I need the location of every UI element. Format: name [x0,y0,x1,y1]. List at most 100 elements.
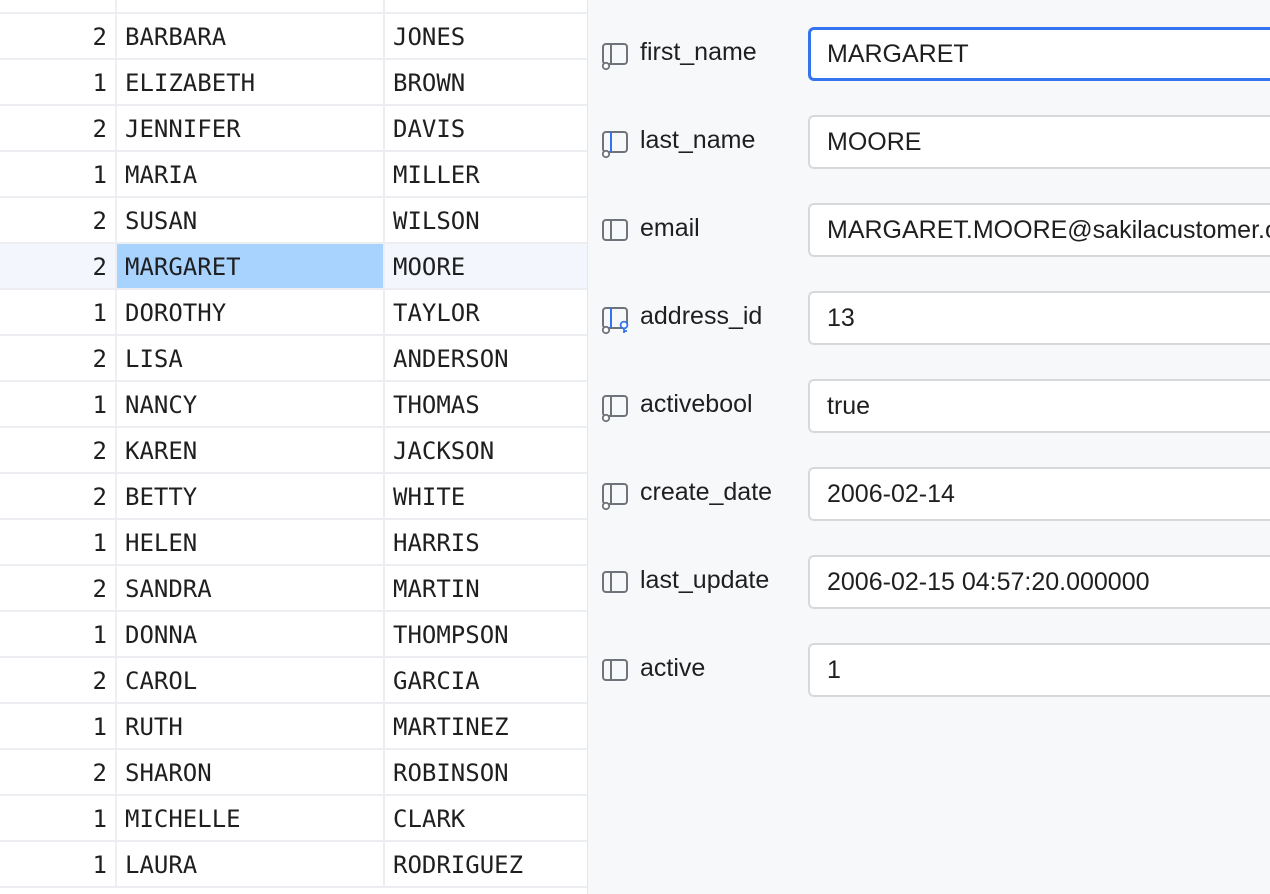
cell-store-id[interactable]: 2 [0,336,117,380]
cell-last-name[interactable]: TAYLOR [385,290,587,334]
cell-first-name[interactable]: DONNA [117,612,385,656]
cell-first-name[interactable]: HELEN [117,520,385,564]
cell-store-id[interactable]: 1 [0,842,117,886]
table-row[interactable]: 1 NANCY THOMAS [0,382,587,428]
table-row[interactable]: 1 LAURA RODRIGUEZ [0,842,587,888]
table-row[interactable]: 2 JENNIFER DAVIS [0,106,587,152]
table-row[interactable]: 1 MARIA MILLER [0,152,587,198]
cell-store-id[interactable]: 1 [0,520,117,564]
data-grid[interactable]: 2 BARBARA JONES 1 ELIZABETH BROWN 2 JENNIFER DAV… [0,0,588,894]
cell-last-name[interactable]: THOMAS [385,382,587,426]
cell-last-name[interactable]: RODRIGUEZ [385,842,587,886]
cell-store-id[interactable]: 2 [0,198,117,242]
column-notnull-icon [600,41,630,71]
last-name-field[interactable]: MOORE [808,115,1270,169]
cell-store-id[interactable]: 2 [0,14,117,58]
cell-store-id[interactable]: 2 [0,244,117,288]
table-row[interactable]: 1 RUTH MARTINEZ [0,704,587,750]
field-row-first-name: first_name MARGARET [588,27,1270,83]
cell-first-name[interactable]: JENNIFER [117,106,385,150]
cell-last-name[interactable]: GARCIA [385,658,587,702]
table-row[interactable]: 1 DOROTHY TAYLOR [0,290,587,336]
cell-first-name[interactable]: SANDRA [117,566,385,610]
cell-last-name[interactable]: MARTIN [385,566,587,610]
table-row[interactable]: 1 MICHELLE CLARK [0,796,587,842]
field-label: address_id [640,302,763,330]
cell-last-name[interactable]: THOMPSON [385,612,587,656]
field-row-last-name: last_name MOORE [588,115,1270,171]
cell-store-id[interactable]: 2 [0,106,117,150]
cell-first-name[interactable]: ELIZABETH [117,60,385,104]
database-editor: 2 BARBARA JONES 1 ELIZABETH BROWN 2 JENNIFER DAV… [0,0,1270,894]
cell-first-name[interactable]: BETTY [117,474,385,518]
column-icon [600,657,630,687]
cell-last-name[interactable]: JONES [385,14,587,58]
cell-first-name[interactable]: MICHELLE [117,796,385,840]
cell-last-name[interactable]: ROBINSON [385,750,587,794]
table-row[interactable]: 2 LISA ANDERSON [0,336,587,382]
field-row-email: email MARGARET.MOORE@sakilacustomer.org [588,203,1270,259]
table-row[interactable]: 1 DONNA THOMPSON [0,612,587,658]
field-row-active: active 1 [588,643,1270,699]
cell-first-name[interactable]: LAURA [117,842,385,886]
table-row[interactable]: 2 KAREN JACKSON [0,428,587,474]
cell-store-id[interactable]: 1 [0,152,117,196]
column-indexed-notnull-icon [600,129,630,159]
column-foreign-key-icon [600,305,630,335]
cell-last-name[interactable]: MILLER [385,152,587,196]
table-row[interactable]: 1 ELIZABETH BROWN [0,60,587,106]
activebool-field[interactable]: true [808,379,1270,433]
cell-store-id[interactable]: 2 [0,566,117,610]
cell-first-name[interactable]: BARBARA [117,14,385,58]
table-row[interactable]: 2 SHARON ROBINSON [0,750,587,796]
table-row[interactable]: 2 SANDRA MARTIN [0,566,587,612]
cell-last-name[interactable]: DAVIS [385,106,587,150]
table-row[interactable]: 2 CAROL GARCIA [0,658,587,704]
cell-store-id[interactable]: 2 [0,474,117,518]
cell-first-name[interactable]: SHARON [117,750,385,794]
cell-store-id[interactable]: 2 [0,428,117,472]
cell-last-name[interactable]: BROWN [385,60,587,104]
cell-first-name[interactable]: SUSAN [117,198,385,242]
cell-store-id[interactable]: 1 [0,290,117,334]
field-row-last-update: last_update 2006-02-15 04:57:20.000000 [588,555,1270,611]
cell-last-name[interactable]: WHITE [385,474,587,518]
table-row[interactable]: 2 BETTY WHITE [0,474,587,520]
first-name-field[interactable]: MARGARET [808,27,1270,81]
cell-store-id[interactable]: 1 [0,796,117,840]
cell-last-name[interactable]: MARTINEZ [385,704,587,748]
cell-last-name[interactable]: JACKSON [385,428,587,472]
table-row[interactable]: 1 HELEN HARRIS [0,520,587,566]
field-label: first_name [640,38,757,66]
table-row[interactable]: 2 SUSAN WILSON [0,198,587,244]
cell-store-id[interactable]: 1 [0,612,117,656]
cell-store-id[interactable]: 2 [0,750,117,794]
address-id-field[interactable]: 13 [808,291,1270,345]
cell-store-id[interactable]: 1 [0,704,117,748]
cell-first-name[interactable]: DOROTHY [117,290,385,334]
email-field[interactable]: MARGARET.MOORE@sakilacustomer.org [808,203,1270,257]
cell-last-name[interactable]: MOORE [385,244,587,288]
cell-store-id[interactable]: 2 [0,658,117,702]
cell-first-name[interactable]: MARIA [117,152,385,196]
field-row-create-date: create_date 2006-02-14 [588,467,1270,523]
cell-last-name[interactable]: CLARK [385,796,587,840]
cell-first-name[interactable]: LISA [117,336,385,380]
cell-store-id[interactable]: 1 [0,60,117,104]
table-row[interactable]: 2 BARBARA JONES [0,14,587,60]
cell-first-name[interactable]: CAROL [117,658,385,702]
cell-last-name[interactable]: HARRIS [385,520,587,564]
create-date-field[interactable]: 2006-02-14 [808,467,1270,521]
cell-first-name[interactable]: NANCY [117,382,385,426]
cell-last-name[interactable]: WILSON [385,198,587,242]
field-row-activebool: activebool true [588,379,1270,435]
cell-last-name[interactable]: ANDERSON [385,336,587,380]
cell-store-id[interactable]: 1 [0,382,117,426]
cell-first-name[interactable]: RUTH [117,704,385,748]
column-notnull-icon [600,393,630,423]
cell-first-name[interactable]: KAREN [117,428,385,472]
cell-first-name[interactable]: MARGARET [117,244,385,288]
active-field[interactable]: 1 [808,643,1270,697]
table-row[interactable]: 2 MARGARET MOORE [0,244,587,290]
last-update-field[interactable]: 2006-02-15 04:57:20.000000 [808,555,1270,609]
